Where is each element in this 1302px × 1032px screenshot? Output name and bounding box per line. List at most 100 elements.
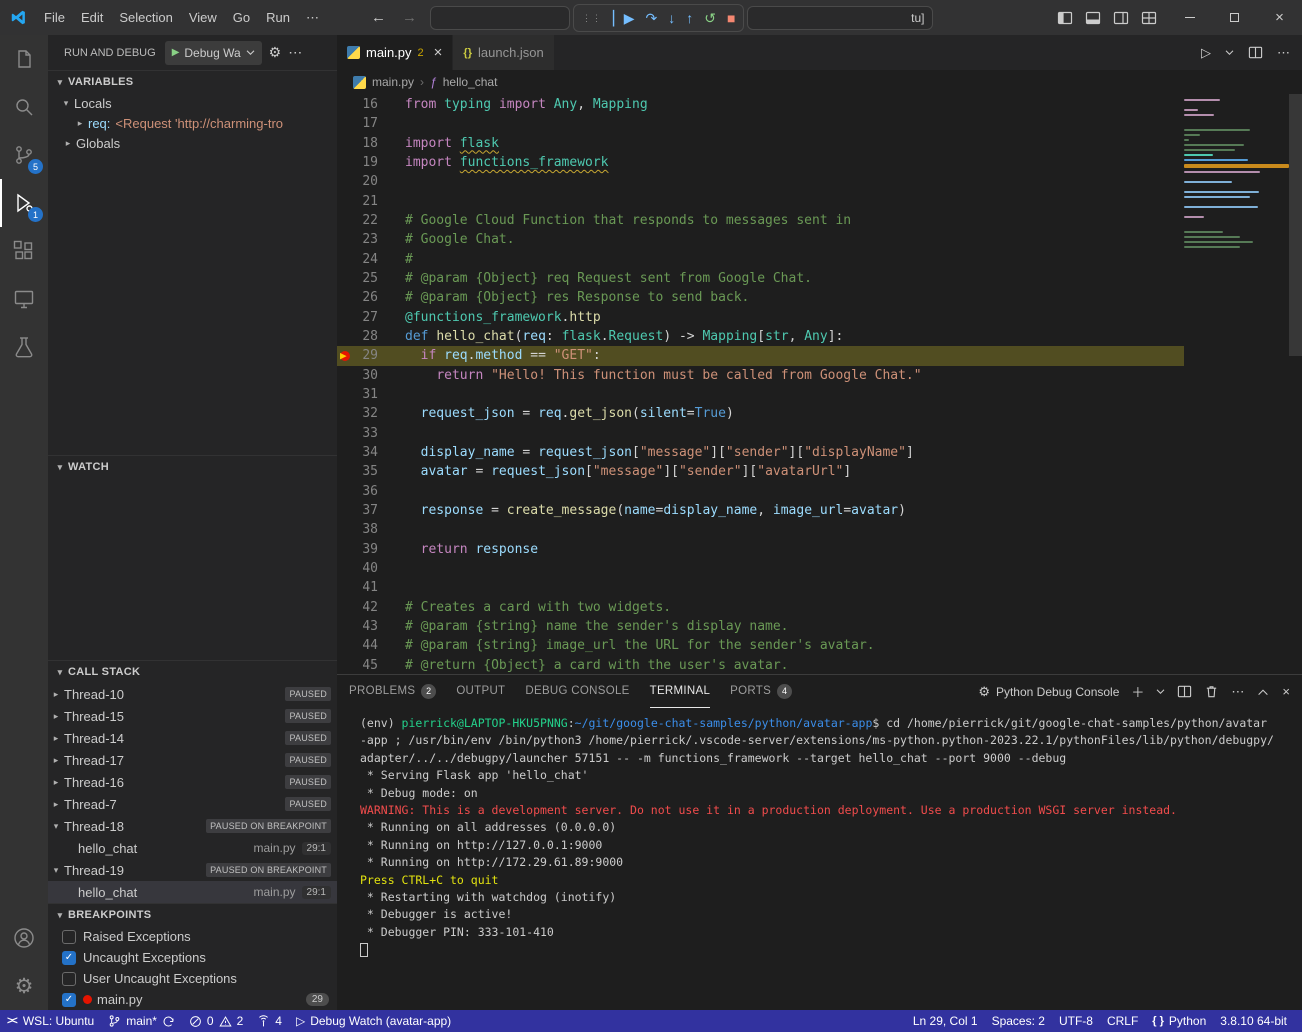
- step-over-button[interactable]: ↷: [646, 10, 658, 27]
- editor-more-icon[interactable]: ⋯: [1277, 45, 1290, 61]
- line-number[interactable]: 44: [337, 636, 405, 655]
- panel-tab-problems[interactable]: PROBLEMS2: [349, 675, 436, 708]
- close-panel-icon[interactable]: ×: [1282, 684, 1290, 699]
- scrollbar-thumb[interactable]: [1289, 94, 1302, 356]
- line-number[interactable]: 29▶: [337, 346, 405, 365]
- remote-indicator[interactable]: >< WSL: Ubuntu: [0, 1010, 101, 1032]
- maximize-panel-icon[interactable]: [1256, 686, 1270, 698]
- accounts-icon[interactable]: [0, 914, 48, 962]
- minimize-button[interactable]: [1167, 0, 1212, 35]
- code-line-24[interactable]: 24#: [337, 250, 1184, 269]
- new-terminal-button[interactable]: ＋: [1131, 682, 1144, 701]
- sync-icon[interactable]: [162, 1015, 175, 1028]
- breakpoint-raised-exceptions[interactable]: Raised Exceptions: [48, 926, 337, 947]
- variables-section-header[interactable]: ▾ VARIABLES: [48, 71, 337, 93]
- tab-main-py[interactable]: main.py2×: [337, 35, 453, 70]
- search-icon[interactable]: [0, 83, 48, 131]
- encoding-indicator[interactable]: UTF-8: [1052, 1010, 1100, 1032]
- breakpoints-section-header[interactable]: ▾ BREAKPOINTS: [48, 904, 337, 926]
- toggle-sidebar-icon[interactable]: [1057, 10, 1073, 26]
- close-window-button[interactable]: ×: [1257, 0, 1302, 35]
- breakpoint-user-uncaught-exceptions[interactable]: User Uncaught Exceptions: [48, 968, 337, 989]
- sidebar-more-icon[interactable]: ⋯: [288, 44, 302, 61]
- code-line-33[interactable]: 33: [337, 424, 1184, 443]
- ports-indicator[interactable]: 4: [250, 1010, 289, 1032]
- breakpoint-uncaught-exceptions[interactable]: ✓Uncaught Exceptions: [48, 947, 337, 968]
- callstack-thread-14[interactable]: ▸Thread-14PAUSED: [48, 727, 337, 749]
- minimap[interactable]: [1184, 99, 1289, 251]
- step-out-button[interactable]: ↑: [686, 10, 693, 26]
- code-line-32[interactable]: 32 request_json = req.get_json(silent=Tr…: [337, 404, 1184, 423]
- line-number[interactable]: 30: [337, 366, 405, 385]
- code-line-16[interactable]: 16from typing import Any, Mapping: [337, 95, 1184, 114]
- testing-icon[interactable]: [0, 323, 48, 371]
- terminal-output[interactable]: (env) pierrick@LAPTOP-HKU5PNNG:~/git/goo…: [337, 708, 1302, 1010]
- toggle-panel-icon[interactable]: [1085, 10, 1101, 26]
- line-number[interactable]: 45: [337, 656, 405, 674]
- line-number[interactable]: 24: [337, 250, 405, 269]
- run-python-file-button[interactable]: ▷: [1201, 45, 1211, 61]
- code-line-25[interactable]: 25# @param {Object} req Request sent fro…: [337, 269, 1184, 288]
- callstack-thread-18[interactable]: ▾Thread-18PAUSED ON BREAKPOINT: [48, 815, 337, 837]
- line-number[interactable]: 17: [337, 114, 405, 133]
- split-terminal-icon[interactable]: [1177, 684, 1192, 699]
- breadcrumb-symbol[interactable]: hello_chat: [443, 75, 498, 89]
- line-number[interactable]: 16: [337, 95, 405, 114]
- line-number[interactable]: 34: [337, 443, 405, 462]
- line-number[interactable]: 21: [337, 192, 405, 211]
- line-number[interactable]: 20: [337, 172, 405, 191]
- menu-run[interactable]: Run: [258, 7, 298, 29]
- code-line-18[interactable]: 18import flask: [337, 134, 1184, 153]
- run-and-debug-icon[interactable]: 1: [0, 179, 48, 227]
- code-line-44[interactable]: 44# @param {string} image_url the URL fo…: [337, 636, 1184, 655]
- start-debugging-icon[interactable]: ▶: [172, 47, 180, 58]
- interpreter-indicator[interactable]: 3.8.10 64-bit: [1213, 1010, 1294, 1032]
- line-number[interactable]: 42: [337, 598, 405, 617]
- line-number[interactable]: 18: [337, 134, 405, 153]
- restart-button[interactable]: ↺: [704, 10, 716, 27]
- extensions-icon[interactable]: [0, 227, 48, 275]
- panel-tab-terminal[interactable]: TERMINAL: [650, 675, 711, 708]
- toggle-secondary-sidebar-icon[interactable]: [1113, 10, 1129, 26]
- line-number[interactable]: 19: [337, 153, 405, 172]
- code-line-30[interactable]: 30 return "Hello! This function must be …: [337, 366, 1184, 385]
- callstack-thread-7[interactable]: ▸Thread-7PAUSED: [48, 793, 337, 815]
- code-editor[interactable]: 16from typing import Any, Mapping1718imp…: [337, 94, 1302, 674]
- forward-button[interactable]: →: [402, 9, 417, 26]
- panel-tab-debug-console[interactable]: DEBUG CONSOLE: [525, 675, 629, 708]
- terminal-dropdown-chevron-icon[interactable]: [1156, 688, 1165, 695]
- explorer-icon[interactable]: [0, 35, 48, 83]
- code-line-19[interactable]: 19import functions_framework: [337, 153, 1184, 172]
- code-line-22[interactable]: 22# Google Cloud Function that responds …: [337, 211, 1184, 230]
- back-button[interactable]: ←: [371, 9, 386, 26]
- call-stack-section-header[interactable]: ▾ CALL STACK: [48, 661, 337, 683]
- callstack-thread-19[interactable]: ▾Thread-19PAUSED ON BREAKPOINT: [48, 859, 337, 881]
- variables-req-item[interactable]: ▸ req: <Request 'http://charming-tro: [48, 113, 337, 133]
- debug-session-indicator[interactable]: ▷ Debug Watch (avatar-app): [289, 1010, 458, 1032]
- code-line-36[interactable]: 36: [337, 482, 1184, 501]
- menu-view[interactable]: View: [181, 7, 225, 29]
- maximize-button[interactable]: [1212, 0, 1257, 35]
- checkbox[interactable]: ✓: [62, 993, 76, 1007]
- code-line-43[interactable]: 43# @param {string} name the sender's di…: [337, 617, 1184, 636]
- breadcrumb-file[interactable]: main.py: [372, 75, 414, 89]
- code-line-21[interactable]: 21: [337, 192, 1184, 211]
- split-editor-icon[interactable]: [1248, 45, 1263, 60]
- indentation-indicator[interactable]: Spaces: 2: [985, 1010, 1052, 1032]
- line-number[interactable]: 35: [337, 462, 405, 481]
- kill-terminal-icon[interactable]: [1204, 684, 1219, 699]
- line-number[interactable]: 25: [337, 269, 405, 288]
- close-tab-icon[interactable]: ×: [434, 44, 443, 61]
- callstack-thread-15[interactable]: ▸Thread-15PAUSED: [48, 705, 337, 727]
- step-into-button[interactable]: ↓: [668, 10, 675, 26]
- line-number[interactable]: 41: [337, 578, 405, 597]
- code-line-17[interactable]: 17: [337, 114, 1184, 133]
- remote-explorer-icon[interactable]: [0, 275, 48, 323]
- line-number[interactable]: 23: [337, 230, 405, 249]
- code-line-39[interactable]: 39 return response: [337, 540, 1184, 559]
- code-line-34[interactable]: 34 display_name = request_json["message"…: [337, 443, 1184, 462]
- watch-section-header[interactable]: ▾ WATCH: [48, 456, 337, 478]
- line-number[interactable]: 36: [337, 482, 405, 501]
- stop-button[interactable]: ■: [727, 10, 735, 26]
- command-center-input[interactable]: tu]: [747, 6, 933, 30]
